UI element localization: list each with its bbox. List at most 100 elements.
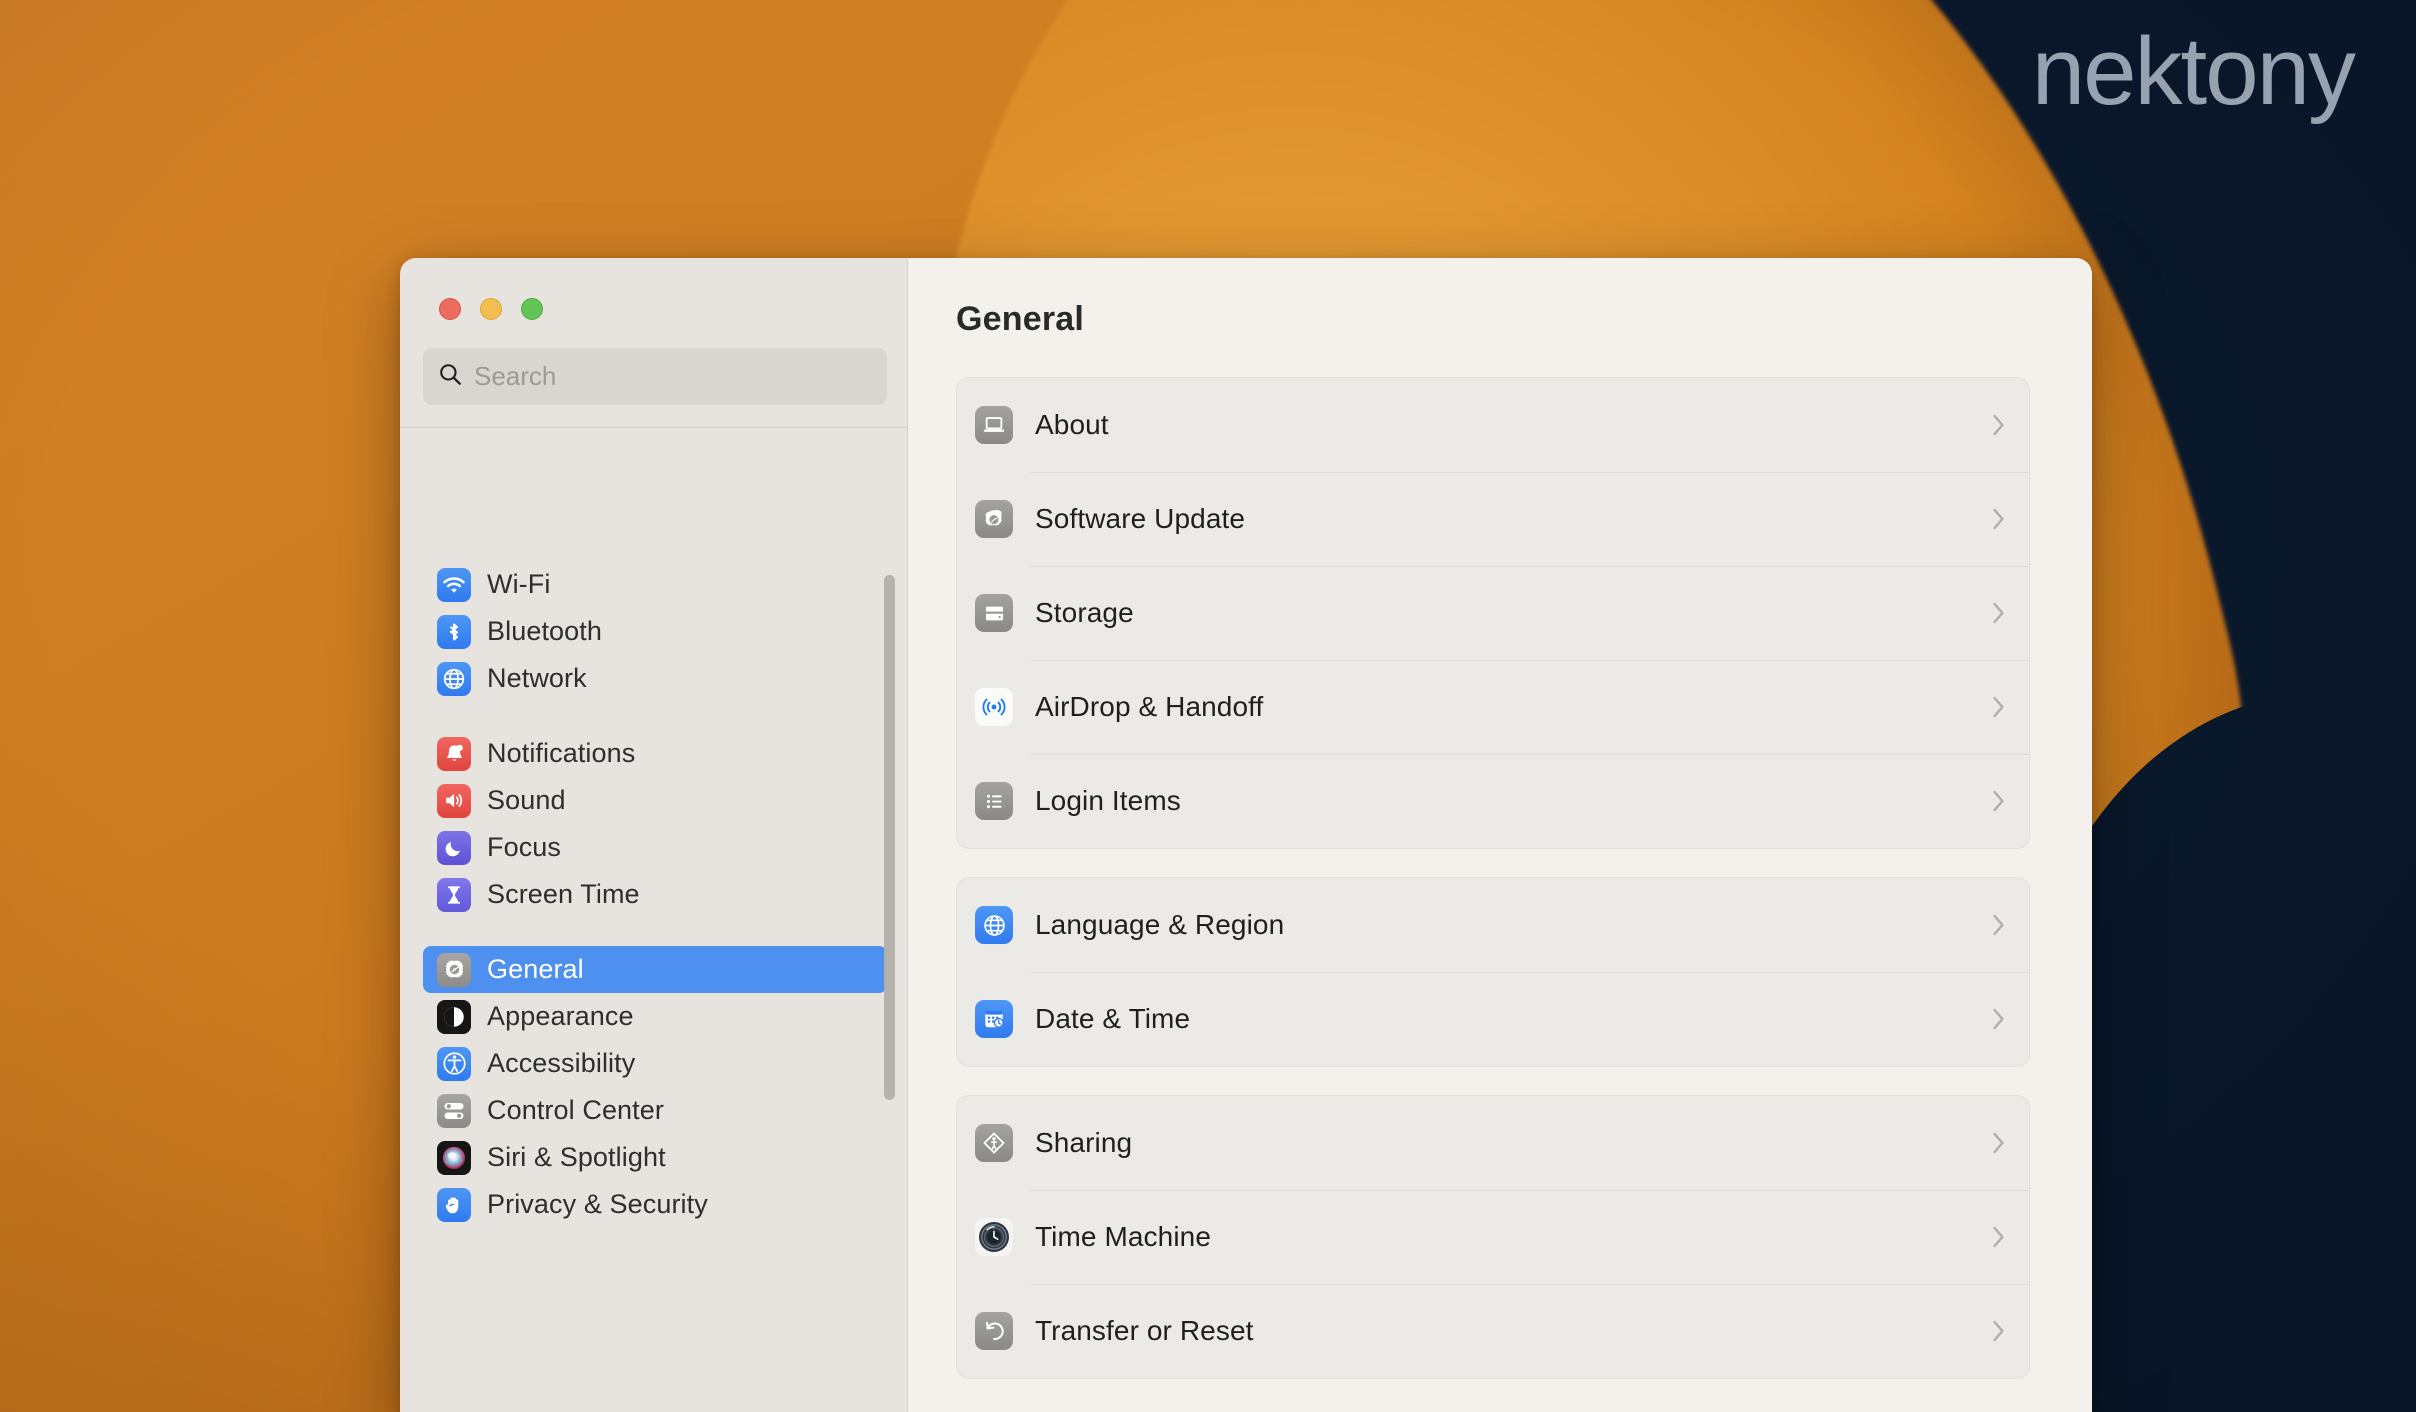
page-title: General [956, 300, 1085, 338]
desktop-wallpaper: nektony Search Wi-Fi Bluetooth Network N… [0, 0, 2416, 1412]
chevron-right-icon [1991, 694, 2007, 720]
control-center-icon [437, 1093, 471, 1128]
sidebar-item-label: Control Center [487, 1095, 664, 1125]
sidebar-item-wi-fi[interactable]: Wi-Fi [423, 561, 887, 608]
settings-row-label: AirDrop & Handoff [1035, 691, 1264, 722]
close-window-button[interactable] [439, 298, 461, 320]
settings-card-services: Sharing Time Machine Transfer or Reset [956, 1095, 2030, 1379]
settings-row-airdrop-and-handoff[interactable]: AirDrop & Handoff [957, 660, 2029, 754]
focus-icon [437, 830, 471, 865]
network-icon [437, 661, 471, 696]
settings-row-time-machine[interactable]: Time Machine [957, 1190, 2029, 1284]
bluetooth-icon [437, 614, 471, 649]
sidebar-item-appearance[interactable]: Appearance [423, 993, 887, 1040]
sound-icon [437, 783, 471, 818]
settings-card-localization: Language & Region Date & Time [956, 877, 2030, 1067]
sidebar-item-label: Network [487, 663, 587, 693]
chevron-right-icon [1991, 506, 2007, 532]
sidebar-item-accessibility[interactable]: Accessibility [423, 1040, 887, 1087]
chevron-right-icon [1991, 1224, 2007, 1250]
sidebar-item-bluetooth[interactable]: Bluetooth [423, 608, 887, 655]
settings-row-sharing[interactable]: Sharing [957, 1096, 2029, 1190]
chevron-right-icon [1991, 912, 2007, 938]
storage-drive-icon [975, 594, 1013, 632]
settings-list: About Software Update Storage AirDrop & … [908, 339, 2092, 1379]
sidebar-item-label: Appearance [487, 1001, 634, 1031]
settings-card-system: About Software Update Storage AirDrop & … [956, 377, 2030, 849]
chevron-right-icon [1991, 600, 2007, 626]
maximize-window-button[interactable] [521, 298, 543, 320]
search-field[interactable] [423, 348, 887, 405]
sidebar-item-label: Bluetooth [487, 616, 602, 646]
sidebar-item-privacy-and-security[interactable]: Privacy & Security [423, 1181, 887, 1228]
sidebar-item-focus[interactable]: Focus [423, 824, 887, 871]
settings-row-label: Storage [1035, 597, 1134, 628]
settings-row-software-update[interactable]: Software Update [957, 472, 2029, 566]
settings-row-label: Sharing [1035, 1127, 1133, 1158]
appearance-icon [437, 999, 471, 1034]
sidebar-item-label: Focus [487, 832, 562, 862]
chevron-right-icon [1991, 788, 2007, 814]
notifications-icon [437, 736, 471, 771]
sidebar-item-label: Notifications [487, 738, 636, 768]
wifi-icon [437, 567, 471, 602]
software-update-icon [975, 500, 1013, 538]
nektony-logo: nektony [2031, 18, 2356, 125]
sidebar-item-label: General [487, 954, 584, 984]
search-icon [437, 361, 463, 392]
sidebar-item-label: Screen Time [487, 879, 640, 909]
accessibility-icon [437, 1046, 471, 1081]
chevron-right-icon [1991, 412, 2007, 438]
sharing-icon [975, 1124, 1013, 1162]
sidebar-item-label: Siri & Spotlight [487, 1142, 666, 1172]
language-globe-icon [975, 906, 1013, 944]
sidebar-item-siri-and-spotlight[interactable]: Siri & Spotlight [423, 1134, 887, 1181]
settings-row-storage[interactable]: Storage [957, 566, 2029, 660]
transfer-reset-icon [975, 1312, 1013, 1350]
privacy-hand-icon [437, 1187, 471, 1222]
traffic-light-controls [400, 258, 907, 320]
system-settings-window: Wi-Fi Bluetooth [400, 258, 2092, 1412]
settings-row-label: Date & Time [1035, 1003, 1191, 1034]
settings-row-about[interactable]: About [957, 378, 2029, 472]
search-input[interactable] [474, 361, 873, 392]
airdrop-icon [975, 688, 1013, 726]
time-machine-icon [975, 1218, 1013, 1256]
sidebar-item-label: Sound [487, 785, 566, 815]
sidebar-item-label: Accessibility [487, 1048, 636, 1078]
sidebar-group-system: General Appearance Accessibility Control… [400, 946, 907, 1228]
chevron-right-icon [1991, 1130, 2007, 1156]
sidebar-scrollbar[interactable] [884, 575, 895, 1100]
settings-row-label: Login Items [1035, 785, 1181, 816]
search-container [400, 320, 907, 405]
settings-row-label: Software Update [1035, 503, 1246, 534]
screen-time-icon [437, 877, 471, 912]
sidebar-item-control-center[interactable]: Control Center [423, 1087, 887, 1134]
about-laptop-icon [975, 406, 1013, 444]
minimize-window-button[interactable] [480, 298, 502, 320]
chevron-right-icon [1991, 1006, 2007, 1032]
settings-row-label: Language & Region [1035, 909, 1285, 940]
sidebar-scroll-area[interactable]: Wi-Fi Bluetooth Network Notifications So… [400, 561, 907, 1412]
siri-icon [437, 1140, 471, 1175]
sidebar: Wi-Fi Bluetooth [400, 258, 908, 1412]
sidebar-item-sound[interactable]: Sound [423, 777, 887, 824]
settings-row-language-and-region[interactable]: Language & Region [957, 878, 2029, 972]
sidebar-group-connectivity: Wi-Fi Bluetooth Network [400, 561, 907, 702]
sidebar-divider [400, 427, 907, 428]
login-items-icon [975, 782, 1013, 820]
sidebar-item-network[interactable]: Network [423, 655, 887, 702]
sidebar-group-alerts: Notifications Sound Focus Screen Time [400, 730, 907, 918]
settings-row-transfer-or-reset[interactable]: Transfer or Reset [957, 1284, 2029, 1378]
sidebar-item-notifications[interactable]: Notifications [423, 730, 887, 777]
date-time-icon [975, 1000, 1013, 1038]
sidebar-item-screen-time[interactable]: Screen Time [423, 871, 887, 918]
settings-row-label: About [1035, 409, 1109, 440]
content-pane: General About Software Update Storage Ai… [908, 258, 2092, 1412]
chevron-right-icon [1991, 1318, 2007, 1344]
settings-row-date-and-time[interactable]: Date & Time [957, 972, 2029, 1066]
settings-row-label: Time Machine [1035, 1221, 1211, 1252]
general-gear-icon [437, 952, 471, 987]
sidebar-item-general[interactable]: General [423, 946, 887, 993]
settings-row-login-items[interactable]: Login Items [957, 754, 2029, 848]
